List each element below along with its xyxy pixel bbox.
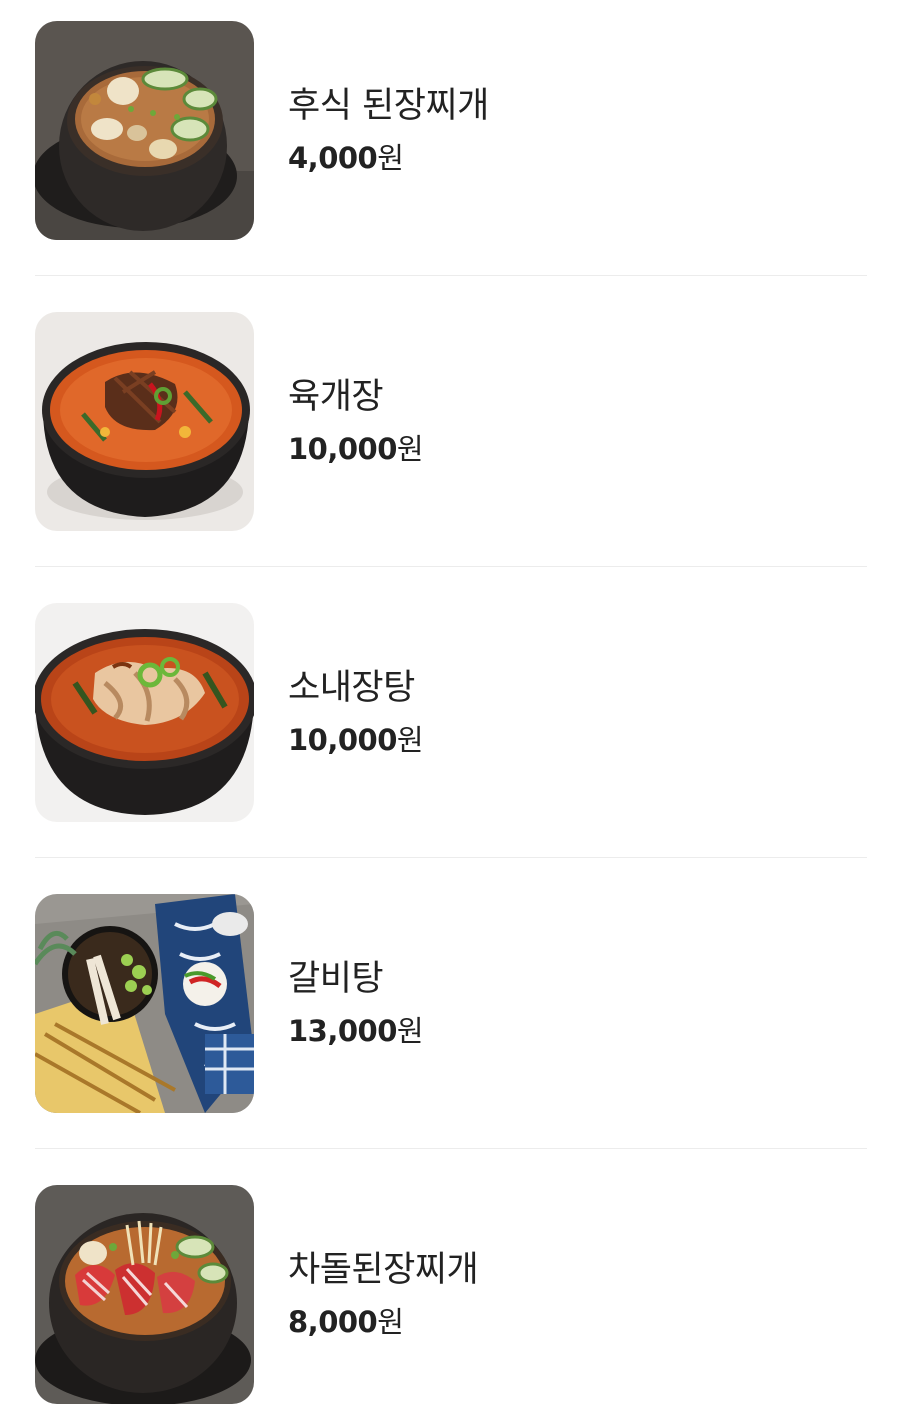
menu-item-name: 후식 된장찌개 bbox=[288, 86, 489, 126]
price-unit: 원 bbox=[377, 1305, 404, 1339]
menu-item-info: 갈비탕 13,000원 bbox=[288, 957, 424, 1049]
menu-item-info: 소내장탕 10,000원 bbox=[288, 666, 424, 758]
price-value: 4,000 bbox=[288, 141, 378, 175]
chadol-doenjang-stew-photo bbox=[35, 1184, 254, 1404]
price-value: 10,000 bbox=[288, 723, 397, 757]
price-value: 8,000 bbox=[288, 1305, 378, 1339]
menu-item-name: 육개장 bbox=[288, 377, 384, 417]
menu-item-name: 차돌된장찌개 bbox=[288, 1250, 479, 1290]
menu-item-price: 8,000원 bbox=[288, 1304, 478, 1340]
menu-item[interactable]: 차돌된장찌개 8,000원 bbox=[35, 1184, 867, 1404]
price-value: 10,000 bbox=[288, 432, 397, 466]
menu-item[interactable]: 후식 된장찌개 4,000원 bbox=[35, 20, 867, 240]
divider bbox=[35, 275, 867, 276]
doenjang-stew-photo bbox=[35, 20, 254, 240]
price-unit: 원 bbox=[396, 1014, 424, 1048]
divider bbox=[35, 1148, 867, 1149]
price-unit: 원 bbox=[377, 141, 404, 175]
price-value: 13,000 bbox=[288, 1014, 397, 1048]
menu-item-info: 후식 된장찌개 4,000원 bbox=[288, 84, 489, 176]
menu-item-info: 차돌된장찌개 8,000원 bbox=[288, 1248, 479, 1340]
divider bbox=[35, 857, 867, 858]
menu-item-price: 13,000원 bbox=[288, 1013, 424, 1049]
menu-item-name: 갈비탕 bbox=[288, 959, 384, 999]
divider bbox=[35, 566, 867, 567]
menu-item-price: 10,000원 bbox=[288, 431, 424, 467]
price-unit: 원 bbox=[396, 432, 424, 466]
menu-item-price: 10,000원 bbox=[288, 722, 424, 758]
menu-item[interactable]: 소내장탕 10,000원 bbox=[35, 602, 867, 822]
menu-list: 후식 된장찌개 4,000원 육개장 10,000원 소내장탕 10,000원 … bbox=[0, 0, 900, 1418]
menu-item-name: 소내장탕 bbox=[288, 668, 415, 708]
yukgaejang-photo bbox=[35, 311, 254, 531]
menu-item-info: 육개장 10,000원 bbox=[288, 375, 424, 467]
price-unit: 원 bbox=[396, 723, 424, 757]
menu-item[interactable]: 갈비탕 13,000원 bbox=[35, 893, 867, 1113]
beef-tripe-soup-photo bbox=[35, 602, 254, 822]
galbitang-photo bbox=[35, 893, 254, 1113]
menu-item-price: 4,000원 bbox=[288, 140, 489, 176]
menu-item[interactable]: 육개장 10,000원 bbox=[35, 311, 867, 531]
